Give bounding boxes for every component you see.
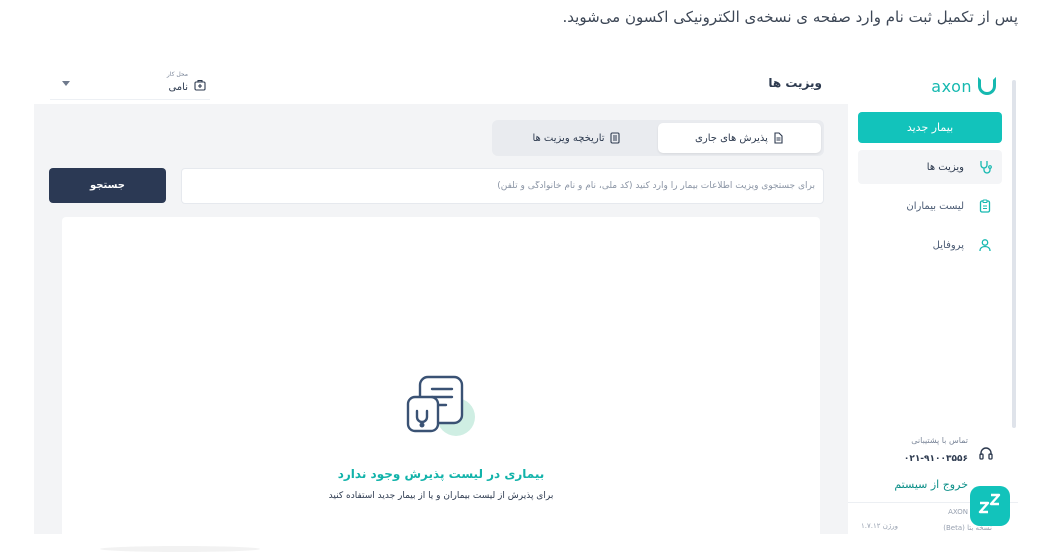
sidebar: axon بیمار جدید ویزیت ها لیست بیماران پر… [848, 64, 1018, 534]
support-label: تماس با پشتیبانی [911, 436, 968, 445]
support-phone: ۰۲۱-۹۱۰۰۳۵۵۶ [903, 454, 968, 464]
logo-text: axon [931, 76, 972, 96]
medical-bag-icon [194, 76, 206, 91]
sidebar-item-label: لیست بیماران [906, 200, 964, 212]
logout-link[interactable]: خروج از سیستم [894, 478, 968, 491]
stethoscope-icon [978, 160, 992, 174]
decorative-shadow [100, 546, 260, 552]
intro-text: پس از تکمیل ثبت نام وارد صفحه ی نسخه‌ی ا… [562, 8, 1018, 26]
sidebar-item-label: پروفایل [932, 239, 964, 251]
search-button[interactable]: جستجو [49, 168, 166, 203]
footer-brand: AXON [948, 508, 968, 516]
visit-tabs: پذیرش های جاری تاریخچه ویزیت ها [492, 120, 824, 156]
new-patient-button[interactable]: بیمار جدید [858, 112, 1002, 143]
zzz-icon [977, 491, 1003, 521]
main-content: پذیرش های جاری تاریخچه ویزیت ها جستجو [34, 104, 848, 547]
page-title: ویزیت ها [768, 76, 822, 90]
tab-label: پذیرش های جاری [695, 132, 768, 144]
sidebar-scrollbar[interactable] [1012, 80, 1016, 428]
sidebar-item-patient-list[interactable]: لیست بیماران [858, 189, 1002, 223]
empty-state-title: بیماری در لیست پذیرش وجود ندارد [337, 467, 545, 481]
headset-icon [978, 446, 994, 462]
tab-label: تاریخچه ویزیت ها [532, 132, 605, 144]
footer-version: ورژن ۱.۷.۱۲ [860, 522, 898, 530]
document-icon [772, 132, 784, 144]
tab-visit-history[interactable]: تاریخچه ویزیت ها [495, 123, 658, 153]
sidebar-item-profile[interactable]: پروفایل [858, 228, 1002, 262]
topbar: ویزیت ها محل کار نامی [34, 64, 848, 104]
logo-mark-icon [978, 77, 996, 95]
workplace-caption: محل کار [166, 71, 188, 78]
app-window: axon بیمار جدید ویزیت ها لیست بیماران پر… [34, 64, 1018, 547]
user-icon [978, 238, 992, 252]
list-icon [609, 132, 621, 144]
sleep-mode-button[interactable] [970, 486, 1010, 526]
clipboard-stethoscope-icon [406, 375, 478, 443]
chevron-down-icon [62, 81, 70, 86]
sidebar-item-visits[interactable]: ویزیت ها [858, 150, 1002, 184]
clipboard-icon [978, 199, 992, 213]
support-contact[interactable]: تماس با پشتیبانی ۰۲۱-۹۱۰۰۳۵۵۶ [874, 436, 994, 472]
tab-current-admissions[interactable]: پذیرش های جاری [658, 123, 821, 153]
empty-state-card: بیماری در لیست پذیرش وجود ندارد برای پذی… [62, 217, 820, 547]
empty-state-subtitle: برای پذیرش از لیست بیماران و یا از بیمار… [328, 491, 554, 501]
workplace-value: نامی [168, 82, 188, 93]
sidebar-item-label: ویزیت ها [926, 161, 964, 173]
search-input[interactable] [181, 168, 824, 204]
workplace-select[interactable]: محل کار نامی [50, 68, 210, 100]
axon-logo[interactable]: axon [931, 74, 996, 98]
